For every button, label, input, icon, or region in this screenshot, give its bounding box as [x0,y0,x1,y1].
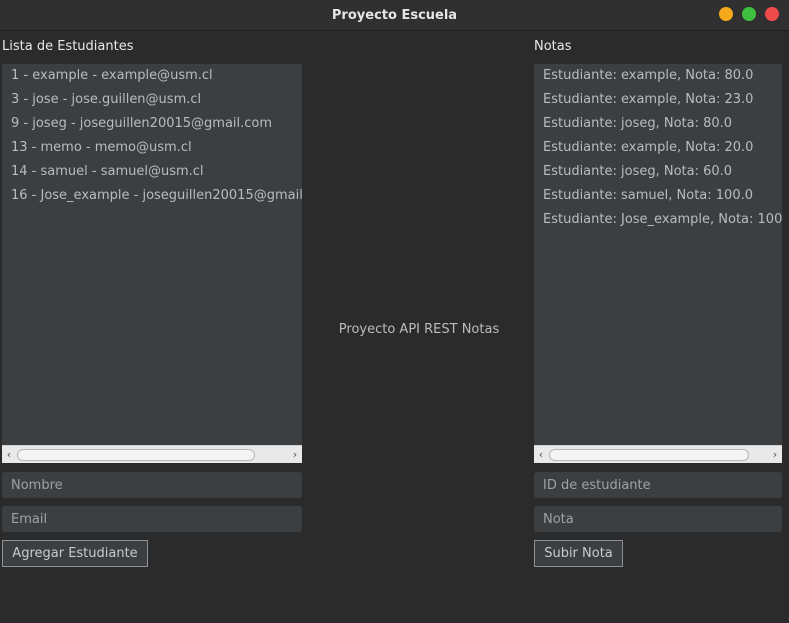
scroll-right-icon[interactable]: › [288,446,302,463]
student-item[interactable]: 3 - jose - jose.guillen@usm.cl [2,88,302,112]
grades-horizontal-scrollbar[interactable]: ‹ › [534,445,782,463]
center-app-label: Proyecto API REST Notas [338,322,500,337]
students-scroll-thumb[interactable] [17,449,255,461]
student-item[interactable]: 1 - example - example@usm.cl [2,64,302,88]
student-item[interactable]: 14 - samuel - samuel@usm.cl [2,160,302,184]
scroll-left-icon[interactable]: ‹ [534,446,548,463]
scroll-left-icon[interactable]: ‹ [2,446,16,463]
close-button[interactable] [765,7,779,21]
students-list-items: 1 - example - example@usm.cl 3 - jose - … [2,64,302,445]
email-input[interactable] [2,506,302,532]
grade-item[interactable]: Estudiante: samuel, Nota: 100.0 [534,184,782,208]
grade-item[interactable]: Estudiante: example, Nota: 20.0 [534,136,782,160]
grades-list-items: Estudiante: example, Nota: 80.0 Estudian… [534,64,782,445]
grades-label: Notas [534,39,572,54]
student-id-input[interactable] [534,472,782,498]
name-input[interactable] [2,472,302,498]
grade-input[interactable] [534,506,782,532]
maximize-button[interactable] [742,7,756,21]
grade-item[interactable]: Estudiante: Jose_example, Nota: 100.0 [534,208,782,232]
student-item[interactable]: 16 - Jose_example - joseguillen20015@gma… [2,184,302,208]
student-item[interactable]: 13 - memo - memo@usm.cl [2,136,302,160]
grade-item[interactable]: Estudiante: joseg, Nota: 80.0 [534,112,782,136]
scroll-right-icon[interactable]: › [768,446,782,463]
window-title: Proyecto Escuela [331,7,458,23]
minimize-button[interactable] [719,7,733,21]
submit-grade-button[interactable]: Subir Nota [534,540,623,567]
students-horizontal-scrollbar[interactable]: ‹ › [2,445,302,463]
title-bar: Proyecto Escuela [0,0,789,31]
window-controls [719,7,779,21]
students-list[interactable]: 1 - example - example@usm.cl 3 - jose - … [2,64,302,463]
grade-item[interactable]: Estudiante: example, Nota: 23.0 [534,88,782,112]
grades-list[interactable]: Estudiante: example, Nota: 80.0 Estudian… [534,64,782,463]
students-label: Lista de Estudiantes [2,39,134,54]
grades-scroll-thumb[interactable] [549,449,749,461]
add-student-button[interactable]: Agregar Estudiante [2,540,148,567]
student-item[interactable]: 9 - joseg - joseguillen20015@gmail.com [2,112,302,136]
grade-item[interactable]: Estudiante: example, Nota: 80.0 [534,64,782,88]
grade-item[interactable]: Estudiante: joseg, Nota: 60.0 [534,160,782,184]
